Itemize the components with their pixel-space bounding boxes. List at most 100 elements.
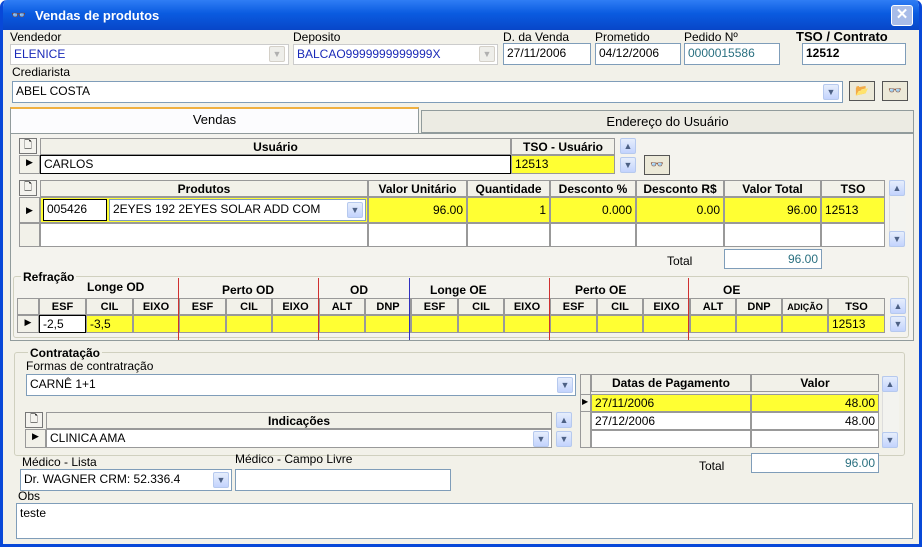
tab-endereco-usuario[interactable]: Endereço do Usuário [421,110,914,133]
obs-label: Obs [18,489,41,503]
usuario-header: Usuário [40,138,511,155]
refracao-cell[interactable] [736,315,782,333]
quantidade-cell[interactable]: 1 [467,197,550,223]
valor-unitario-cell[interactable]: 96.00 [368,197,467,223]
pagamento-data-cell[interactable]: 27/12/2006 [591,412,751,430]
indicacao-cell[interactable]: CLINICA AMA [46,429,552,448]
valor-total-cell[interactable]: 96.00 [724,197,821,223]
empty-cell[interactable] [368,223,467,247]
refracao-cell[interactable] [597,315,643,333]
pagamento-data-cell[interactable]: 27/11/2006 [591,394,751,412]
deposito-dropdown-icon[interactable]: ▼ [479,46,495,62]
refracao-cell[interactable] [504,315,550,333]
od-label: OD [350,283,368,297]
binoculars-icon[interactable]: 👓 [882,81,908,101]
empty-cell[interactable] [821,223,885,247]
usuario-nome-cell[interactable]: CARLOS [40,155,511,174]
pagamento-empty-cell[interactable] [591,430,751,448]
refracao-scroll-down-icon[interactable]: ▼ [890,316,906,332]
usuario-scroll-up-icon[interactable]: ▲ [620,138,636,154]
refracao-cell[interactable] [179,315,226,333]
new-record-icon[interactable]: 🗋 [19,138,37,154]
refracao-col-header: CIL [597,298,643,315]
empty-cell[interactable] [636,223,724,247]
refracao-cell[interactable] [272,315,319,333]
produtos-scroll-up-icon[interactable]: ▲ [889,180,905,196]
forma-contratacao-select[interactable]: CARNÊ 1+1 [26,374,576,396]
medico-livre-input[interactable] [235,469,451,491]
desconto-pct-cell[interactable]: 0.000 [550,197,636,223]
row-indicator-icon: ▶ [19,155,40,174]
refracao-cell[interactable] [133,315,179,333]
vendedor-dropdown-icon[interactable]: ▼ [269,46,285,62]
prometido-field[interactable]: 04/12/2006 [595,43,681,65]
deposito-field[interactable]: BALCAO9999999999999X [293,44,498,65]
pedido-field[interactable]: 0000015586 [684,43,780,65]
new-indicacao-icon[interactable]: 🗋 [25,412,43,428]
folder-open-icon[interactable]: 📂 [849,81,875,101]
refracao-col-header: EIXO [504,298,550,315]
dvenda-label: D. da Venda [503,30,570,44]
crediarista-field[interactable]: ABEL COSTA [12,81,843,103]
pagamentos-scroll-down-icon[interactable]: ▼ [882,432,898,448]
indicacao-dropdown-icon[interactable]: ▼ [533,431,549,447]
prometido-label: Prometido [595,30,650,44]
indicacoes-scroll-down-icon[interactable]: ▼ [556,431,572,447]
refracao-cell[interactable] [550,315,597,333]
empty-cell[interactable] [467,223,550,247]
longe-od-label: Longe OD [87,280,145,294]
usuario-tso-cell[interactable]: 12513 [511,155,615,174]
longe-od-cil-cell[interactable]: -3,5 [86,315,133,333]
refracao-tso-cell[interactable]: 12513 [828,315,885,333]
pedido-label: Pedido Nº [684,30,738,44]
produtos-scroll-down-icon[interactable]: ▼ [889,231,905,247]
crediarista-dropdown-icon[interactable]: ▼ [823,84,839,100]
desconto-rs-cell[interactable]: 0.00 [636,197,724,223]
refracao-cell[interactable] [458,315,504,333]
empty-cell[interactable] [550,223,636,247]
pagamento-empty-cell[interactable] [751,430,879,448]
refracao-col-header: ESF [550,298,597,315]
divider [409,278,410,340]
medico-dropdown-icon[interactable]: ▼ [213,472,229,488]
close-button[interactable]: ✕ [891,5,913,26]
refracao-row-indicator-icon: ▶ [17,315,39,333]
product-description-select[interactable]: 2EYES 192 2EYES SOLAR ADD COM [109,199,366,221]
medico-lista-select[interactable]: Dr. WAGNER CRM: 52.336.4 [20,469,232,491]
pagamentos-scroll-up-icon[interactable]: ▲ [882,376,898,392]
usuario-scroll-down-icon[interactable]: ▼ [620,157,636,173]
obs-textarea[interactable]: teste [16,503,913,539]
vendedor-label: Vendedor [10,30,62,44]
new-product-icon[interactable]: 🗋 [19,180,37,196]
refracao-cell[interactable] [643,315,690,333]
refracao-cell[interactable] [365,315,411,333]
refracao-cell[interactable] [319,315,365,333]
tso-contrato-label: TSO / Contrato [796,29,888,44]
forma-dropdown-icon[interactable]: ▼ [557,377,573,393]
refracao-cell[interactable] [411,315,458,333]
refracao-cell[interactable] [690,315,736,333]
tso-contrato-field[interactable]: 12512 [802,43,906,65]
empty-product-cell[interactable] [40,223,368,247]
product-code-input[interactable]: 005426 [43,199,107,221]
indicacoes-scroll-up-icon[interactable]: ▲ [556,412,572,428]
tab-vendas[interactable]: Vendas [10,107,419,134]
valor-header: Valor [751,374,879,392]
title-bar: 👓 Vendas de produtos ✕ [3,0,919,30]
empty-cell[interactable] [724,223,821,247]
refracao-cell[interactable] [226,315,272,333]
pagamento-row-indicator-icon: ▶ [580,394,591,412]
product-row-indicator-icon: ▶ [19,197,40,223]
dvenda-field[interactable]: 27/11/2006 [503,43,591,65]
search-usuario-binoculars-icon[interactable]: 👓 [644,155,670,175]
pagamento-valor-cell[interactable]: 48.00 [751,412,879,430]
product-tso-cell[interactable]: 12513 [821,197,885,223]
divider [318,278,319,340]
tso-header: TSO [821,180,885,197]
product-dropdown-icon[interactable]: ▼ [347,202,363,218]
pagamento-valor-cell[interactable]: 48.00 [751,394,879,412]
longe-od-esf-cell[interactable]: -2,5 [39,315,86,333]
refracao-cell[interactable] [782,315,828,333]
refracao-scroll-up-icon[interactable]: ▲ [890,298,906,314]
vendedor-field[interactable]: ELENICE [10,44,289,65]
